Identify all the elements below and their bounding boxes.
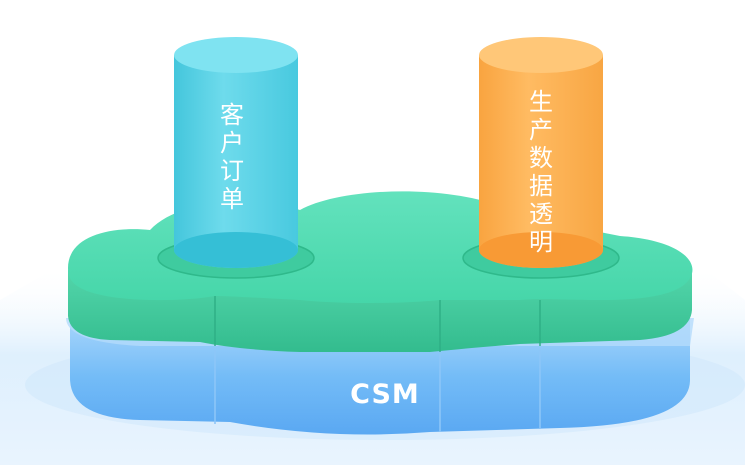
customer-orders-label: 客户订单 bbox=[220, 101, 244, 213]
csm-diagram: 客户订单 生产数据透明 CSM bbox=[0, 0, 745, 465]
production-data-label: 生产数据透明 bbox=[529, 88, 553, 256]
csm-label: CSM bbox=[350, 379, 420, 410]
